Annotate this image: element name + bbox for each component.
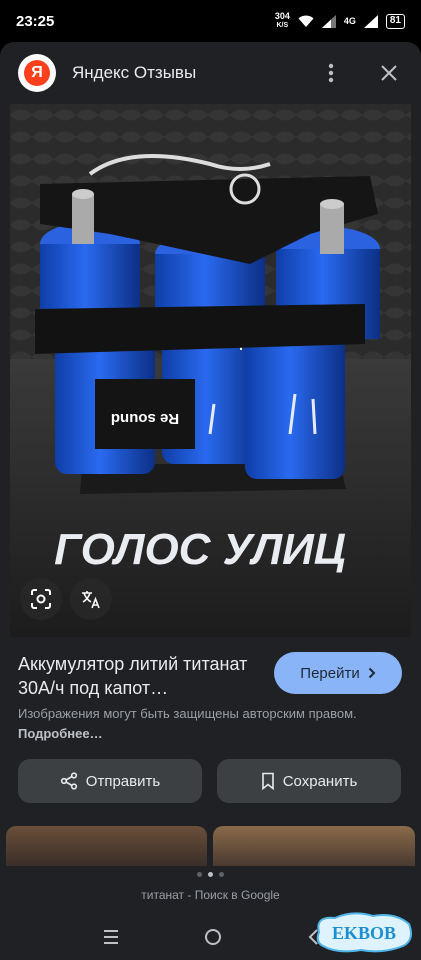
page-dot [197,872,202,877]
network-type: 4G [343,16,356,26]
status-icons: 304 K/S 4G 81 [275,12,405,30]
status-bar: 23:25 304 K/S 4G 81 [0,0,421,42]
visit-button[interactable]: Перейти [274,652,402,694]
watermark-text: EKBOB [332,923,396,943]
copyright-notice: Изображения могут быть защищены авторски… [18,706,357,741]
share-button[interactable]: Отправить [18,759,202,803]
yandex-logo[interactable]: Я [18,54,56,92]
related-thumbnails [0,826,421,866]
translate-button[interactable] [70,578,112,620]
related-thumbnail[interactable] [6,826,207,866]
signal-icon-2 [363,14,378,28]
preview-image[interactable]: Re sound ГОЛОС УЛИЦ [10,104,411,637]
result-title[interactable]: Аккумулятор литий титанат 30А/ч под капо… [18,652,266,700]
bookmark-icon [261,772,274,790]
close-icon [381,65,397,81]
wifi-icon [298,15,314,27]
save-button[interactable]: Сохранить [217,759,401,803]
signal-icon [321,14,336,28]
device-label: Re sound [111,410,179,427]
learn-more-link[interactable]: Подробнее… [18,726,103,741]
source-title: Яндекс Отзывы [72,63,197,82]
lens-button[interactable] [20,578,62,620]
related-thumbnail[interactable] [213,826,415,866]
header-buttons [313,55,407,91]
battery-indicator: 81 [385,13,405,29]
more-vert-icon [328,63,334,83]
page-indicator [0,872,421,877]
google-lens-icon [31,589,51,609]
page-dot-active [208,872,213,877]
battery-pack-photo: Re sound ГОЛОС УЛИЦ [10,104,411,637]
translate-icon [82,591,100,609]
image-caption: ГОЛОС УЛИЦ [54,525,346,574]
home-icon[interactable] [204,928,222,946]
image-viewer-sheet: Я Яндекс Отзывы Re sound ГОЛОС УЛИЦ Акку… [0,42,421,960]
page-dot [219,872,224,877]
status-time: 23:25 [16,12,55,30]
search-query-bar[interactable]: титанат - Поиск в Google [0,888,421,902]
network-speed: 304 K/S [274,11,290,30]
recents-icon[interactable] [102,929,120,945]
share-icon [60,772,77,790]
watermark-logo: EKBOB [316,912,412,953]
more-options-button[interactable] [313,55,349,91]
close-button[interactable] [371,55,407,91]
header: Я Яндекс Отзывы [0,42,421,104]
chevron-right-icon [368,667,376,679]
